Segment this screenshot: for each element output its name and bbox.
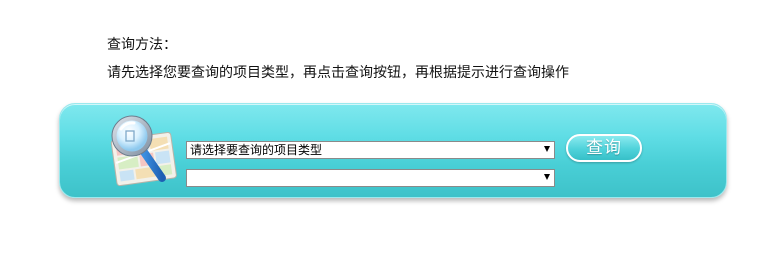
query-button[interactable]: 查询 xyxy=(566,134,642,162)
dropdown-arrow-icon xyxy=(544,146,550,152)
instructions-title: 查询方法： xyxy=(107,37,177,53)
dropdown-arrow-icon xyxy=(544,174,550,180)
project-type-select[interactable]: 请选择要查询的项目类型 xyxy=(186,141,555,159)
magnifier-over-map-icon xyxy=(110,115,177,187)
instructions-text: 请先选择您要查询的项目类型，再点击查询按钮，再根据提示进行查询操作 xyxy=(107,65,569,81)
page: 查询方法： 请先选择您要查询的项目类型，再点击查询按钮，再根据提示进行查询操作 xyxy=(0,0,769,260)
project-type-select-value: 请选择要查询的项目类型 xyxy=(190,143,323,157)
project-item-select[interactable] xyxy=(186,169,555,187)
